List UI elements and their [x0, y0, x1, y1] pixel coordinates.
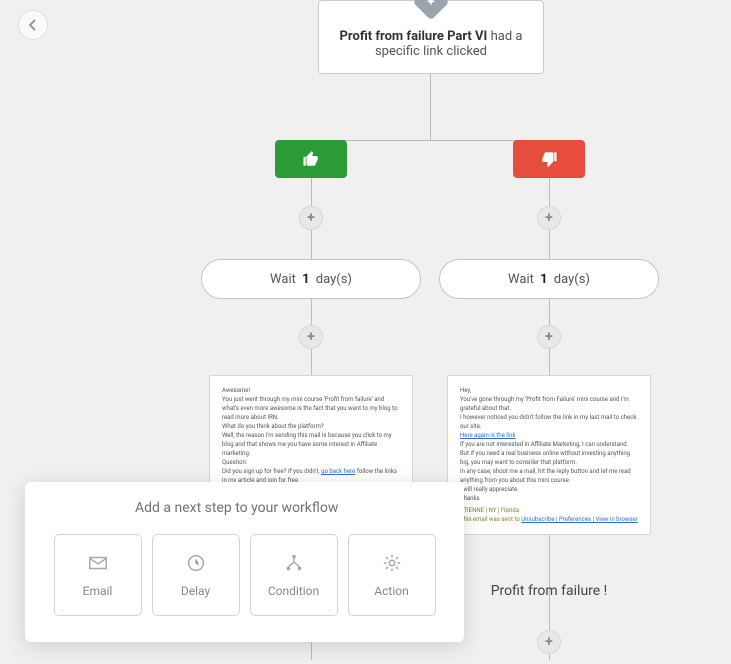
email-line: Here again is the link	[460, 431, 638, 440]
gear-icon	[381, 552, 403, 574]
email-line: Awesome!	[222, 386, 400, 395]
option-label: Action	[374, 584, 408, 598]
email-line: You've gone through my 'Profit from Fail…	[460, 395, 638, 413]
email-line: Hey,	[460, 386, 638, 395]
email-title-no: Profit from failure !	[447, 583, 651, 599]
email-line: Well, the reason I'm sending this mail i…	[222, 431, 400, 458]
option-label: Delay	[181, 584, 210, 598]
trigger-node[interactable]: ✦ Profit from failure Part VI had a spec…	[318, 0, 544, 74]
option-action[interactable]: Action	[348, 534, 436, 616]
add-step-button[interactable]: +	[299, 325, 323, 349]
clock-icon	[185, 552, 207, 574]
add-step-button[interactable]: +	[537, 630, 561, 654]
yes-branch[interactable]	[275, 140, 347, 178]
wait-text: Wait 1 day(s)	[508, 272, 590, 287]
email-line: What do you think about the platform?	[222, 422, 400, 431]
thumbs-down-icon	[540, 150, 558, 168]
email-line: Thanks	[460, 494, 638, 503]
add-step-button[interactable]: +	[537, 325, 561, 349]
email-line: Question:	[222, 458, 400, 467]
option-delay[interactable]: Delay	[152, 534, 240, 616]
option-label: Condition	[268, 584, 319, 598]
email-line: You just went through my mini course 'Pr…	[222, 395, 400, 422]
option-email[interactable]: Email	[54, 534, 142, 616]
popup-title: Add a next step to your workflow	[49, 500, 440, 516]
no-branch[interactable]	[513, 140, 585, 178]
email-line: I will really appreciate.	[460, 485, 638, 494]
option-label: Email	[83, 584, 113, 598]
add-step-button[interactable]: +	[299, 206, 323, 230]
trigger-title: Profit from failure Part VI	[340, 29, 488, 44]
add-step-popup: Add a next step to your workflow Email D…	[25, 482, 464, 642]
wait-text: Wait 1 day(s)	[270, 272, 352, 287]
event-icon: ✦	[413, 0, 450, 20]
branch-icon	[283, 552, 305, 574]
email-node-yes[interactable]: Awesome! You just went through my mini c…	[209, 375, 413, 490]
email-icon	[87, 552, 109, 574]
email-node-no[interactable]: Hey, You've gone through my 'Profit from…	[447, 375, 651, 535]
option-condition[interactable]: Condition	[250, 534, 338, 616]
email-line: In any case, shoot me a mail, hit the re…	[460, 467, 638, 485]
add-step-button[interactable]: +	[537, 206, 561, 230]
connector	[430, 74, 431, 140]
wait-node-no[interactable]: Wait 1 day(s)	[439, 259, 659, 299]
email-line: I however noticed you didn't follow the …	[460, 413, 638, 431]
email-line: If you are not interested in Affiliate M…	[460, 440, 638, 467]
email-signature: ETIENNE | NY | Florida This email was se…	[460, 506, 638, 524]
thumbs-up-icon	[302, 150, 320, 168]
popup-options: Email Delay Condition Action	[49, 534, 440, 616]
wait-node-yes[interactable]: Wait 1 day(s)	[201, 259, 421, 299]
